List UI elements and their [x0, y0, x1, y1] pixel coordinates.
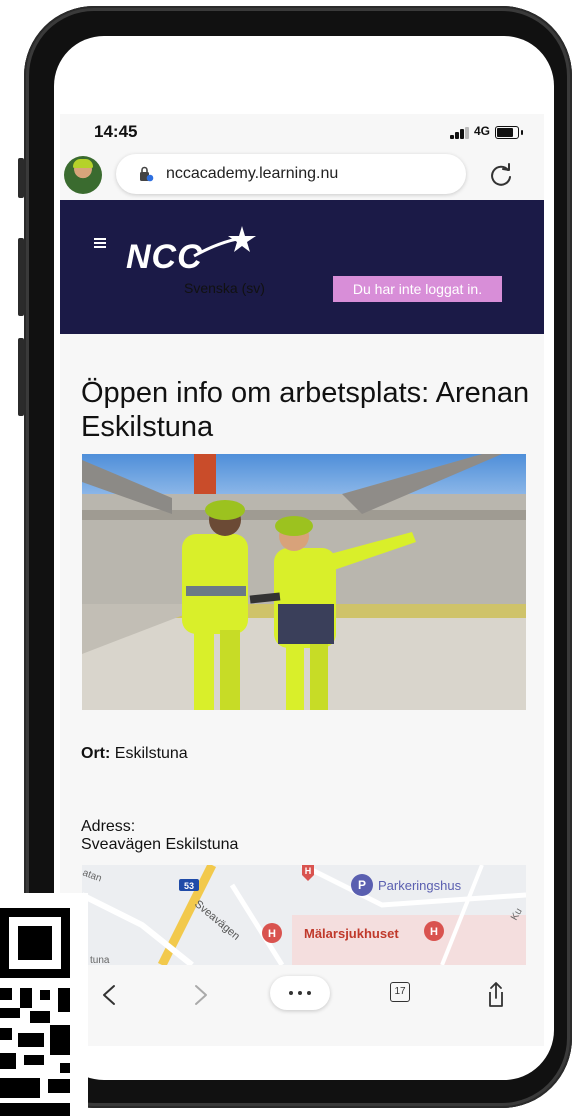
login-status[interactable]: Du har inte loggat in. [333, 276, 502, 302]
more-menu-button[interactable] [270, 976, 330, 1010]
parking-pin-icon: P [351, 874, 373, 896]
network-type: 4G [474, 124, 491, 138]
map-hospital-label: Mälarsjukhuset [304, 926, 399, 941]
page-title: Öppen info om arbetsplats: Arenan Eskils… [81, 377, 530, 443]
battery-icon [495, 126, 523, 139]
url-field[interactable]: nccacademy.learning.nu [116, 154, 466, 194]
map-fragment-bottom: tuna [90, 955, 110, 965]
language-selector[interactable]: Svenska (sv) [184, 280, 265, 296]
volume-down-button [18, 338, 24, 416]
signal-icon [450, 127, 470, 139]
back-icon[interactable] [90, 980, 130, 1010]
ort-value: Eskilstuna [114, 745, 188, 762]
profile-avatar[interactable] [64, 156, 102, 194]
tabs-button[interactable]: 17 [390, 982, 410, 1002]
location-map[interactable]: 53 Sveavägen atan tuna Ku H P Parkerings… [82, 865, 526, 965]
address-bar-row: nccacademy.learning.nu [60, 154, 544, 200]
hospital-marker-icon: H [262, 923, 282, 943]
worksite-photo [82, 454, 526, 710]
status-bar: 14:45 4G [60, 114, 544, 150]
svg-text:P: P [358, 878, 366, 892]
volume-up-button [18, 238, 24, 316]
browser-app: 14:45 4G nccacademy.learning.nu NCC Sven… [60, 114, 544, 1046]
map-parking-label: Parkeringshus [378, 878, 462, 893]
svg-text:H: H [305, 866, 312, 876]
status-time: 14:45 [94, 122, 138, 141]
reload-icon[interactable] [486, 160, 516, 190]
url-text: nccacademy.learning.nu [166, 165, 339, 182]
adress-label: Adress: [81, 818, 136, 835]
site-settings-icon[interactable] [138, 166, 154, 182]
forward-icon[interactable] [180, 980, 220, 1010]
mute-switch [18, 158, 24, 198]
menu-icon[interactable] [94, 238, 106, 248]
hospital-marker-icon-2: H [424, 921, 444, 941]
svg-text:H: H [268, 928, 276, 940]
adress-value: Sveavägen Eskilstuna [81, 836, 239, 853]
phone-screen: 14:45 4G nccacademy.learning.nu NCC Sven… [54, 36, 554, 1080]
browser-toolbar: 17 [60, 966, 544, 1046]
share-icon[interactable] [476, 980, 516, 1010]
svg-text:H: H [430, 926, 438, 938]
logo-wordmark: NCC [126, 238, 203, 274]
ort-line: Ort: Eskilstuna [81, 745, 188, 763]
site-header: NCC Svenska (sv) Du har inte loggat in. [60, 200, 544, 334]
map-route-label: 53 [184, 881, 194, 891]
ort-label: Ort: [81, 745, 111, 762]
qr-code [0, 893, 88, 1116]
ncc-logo[interactable]: NCC [124, 224, 264, 274]
